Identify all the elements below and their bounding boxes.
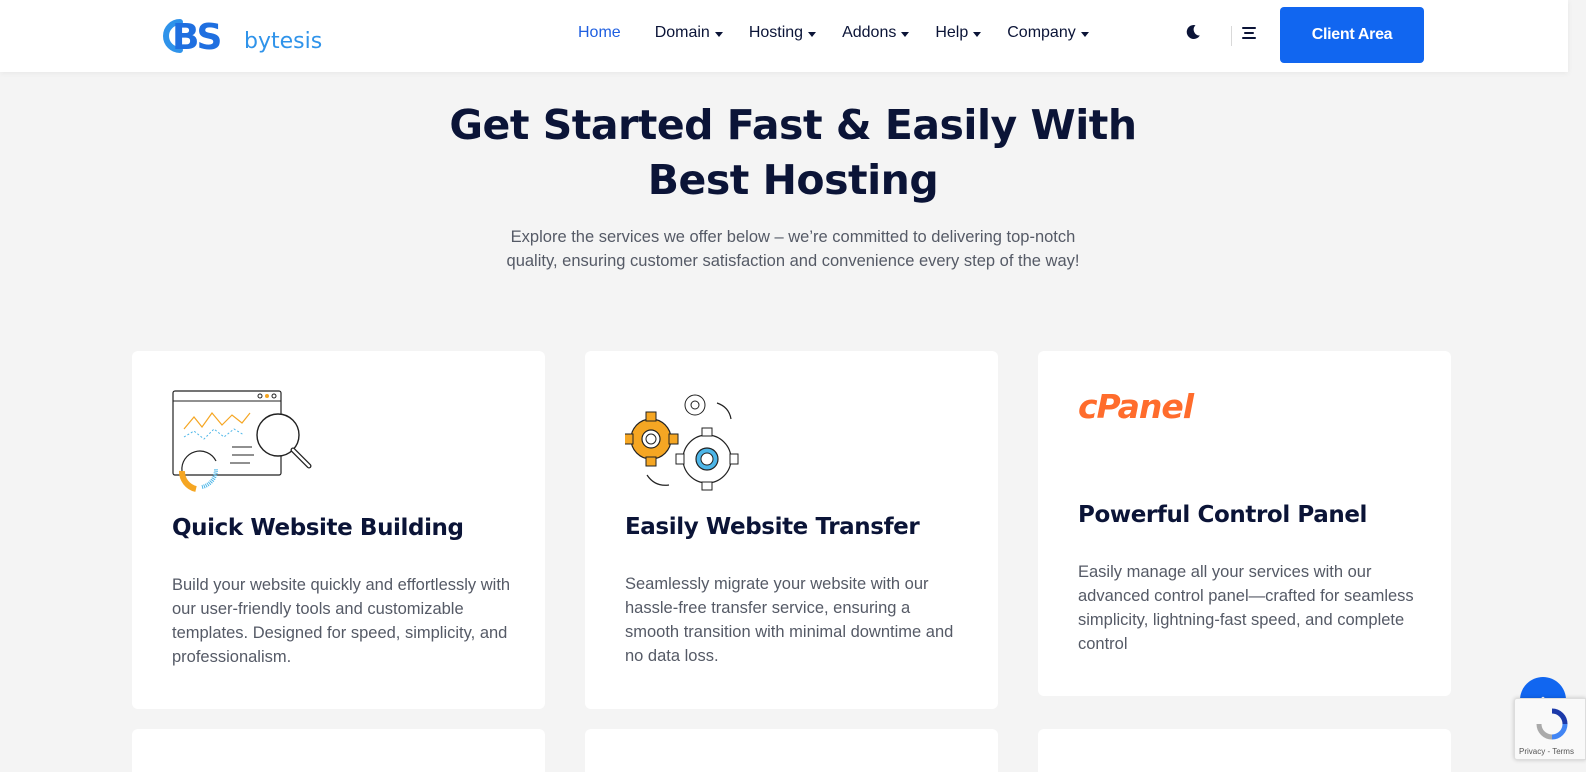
card-description: Easily manage all your services with our… xyxy=(1078,563,1414,653)
logo-text: bytesis xyxy=(244,28,323,54)
nav-home[interactable]: Home xyxy=(578,24,621,42)
title-line-2: Best Hosting xyxy=(647,156,939,204)
nav-home-label: Home xyxy=(578,24,621,41)
website-analytics-icon xyxy=(172,390,312,492)
gears-transfer-icon xyxy=(625,394,739,491)
card-title: Powerful Control Panel xyxy=(1078,502,1368,528)
nav-help-label: Help xyxy=(935,24,969,41)
recaptcha-badge[interactable]: Privacy - Terms xyxy=(1514,698,1586,760)
nav-addons[interactable]: Addons xyxy=(842,24,910,42)
nav-hosting[interactable]: Hosting xyxy=(748,24,817,42)
service-card-website-building: Quick Website Building Build your websit… xyxy=(132,351,545,709)
nav-hosting-label: Hosting xyxy=(748,24,804,41)
cpanel-logo: cPanel xyxy=(1078,387,1194,426)
service-card-website-transfer: Easily Website Transfer Seamlessly migra… xyxy=(585,351,998,709)
card-description: Seamlessly migrate your website with our… xyxy=(625,575,954,665)
top-navbar: BS bytesis Home Domain Hosting Addons He… xyxy=(0,0,1568,72)
caret-down-icon xyxy=(901,31,910,37)
logo-mark-icon: BS xyxy=(163,17,223,56)
caret-down-icon xyxy=(808,31,817,37)
nav-domain[interactable]: Domain xyxy=(655,24,723,42)
nav-help[interactable]: Help xyxy=(935,24,982,42)
recaptcha-icon xyxy=(1536,708,1568,740)
recaptcha-privacy-terms[interactable]: Privacy - Terms xyxy=(1519,747,1574,756)
caret-down-icon xyxy=(1080,31,1089,37)
site-logo[interactable]: BS bytesis xyxy=(158,16,322,56)
page-title: Get Started Fast & Easily With Best Host… xyxy=(0,98,1586,208)
caret-down-icon xyxy=(973,31,982,37)
title-line-1: Get Started Fast & Easily With xyxy=(449,101,1137,149)
nav-company[interactable]: Company xyxy=(1007,24,1089,42)
card-title: Quick Website Building xyxy=(172,515,464,541)
nav-company-label: Company xyxy=(1007,24,1076,41)
client-area-button[interactable]: Client Area xyxy=(1280,7,1424,63)
nav-domain-label: Domain xyxy=(654,24,710,41)
card-title: Easily Website Transfer xyxy=(625,514,920,540)
nav-addons-label: Addons xyxy=(842,24,897,41)
hamburger-menu-icon[interactable] xyxy=(1242,27,1258,41)
moon-icon[interactable] xyxy=(1185,24,1201,40)
logo-mark-text: BS xyxy=(172,17,220,56)
service-card-partial xyxy=(132,729,545,772)
caret-down-icon xyxy=(714,31,723,37)
header-divider xyxy=(1231,26,1232,46)
card-description: Build your website quickly and effortles… xyxy=(172,576,511,666)
main-nav: Home Domain Hosting Addons Help Company xyxy=(578,24,1115,42)
service-card-partial xyxy=(1038,729,1451,772)
service-card-control-panel: cPanel Powerful Control Panel Easily man… xyxy=(1038,351,1451,696)
page-subtitle: Explore the services we offer below – we… xyxy=(506,228,1080,270)
service-card-partial xyxy=(585,729,998,772)
